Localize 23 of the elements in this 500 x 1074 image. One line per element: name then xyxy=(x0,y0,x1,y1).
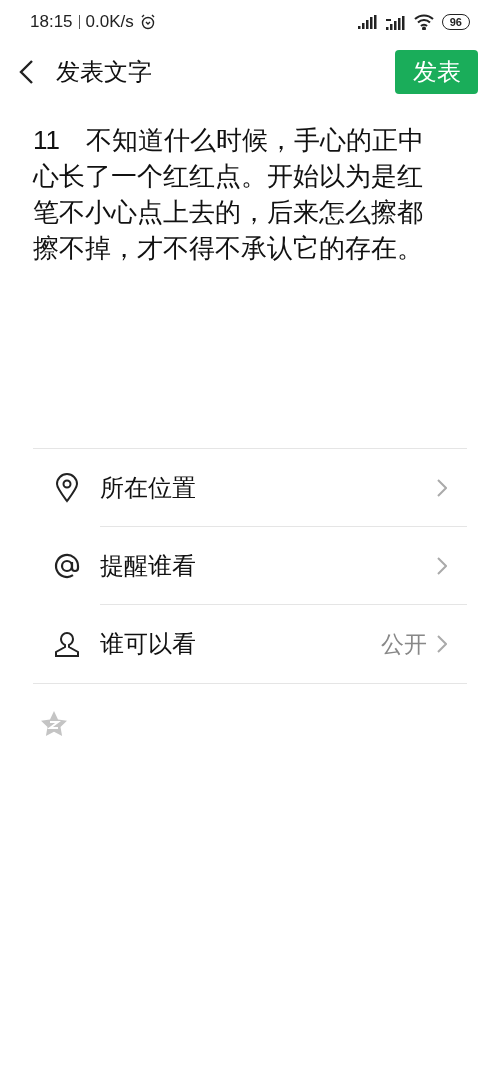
back-button[interactable] xyxy=(18,59,34,85)
post-text[interactable]: 11 不知道什么时候，手心的正中心长了一个红红点。开始以为是红笔不小心点上去的，后来怎么擦都擦不掉，才不得不承认它的存在。 xyxy=(33,122,443,266)
chevron-right-icon xyxy=(437,635,447,653)
alarm-icon xyxy=(139,14,156,30)
option-row[interactable]: 提醒谁看 xyxy=(33,527,467,605)
chevron-right-icon xyxy=(437,556,447,575)
person-icon xyxy=(52,630,81,658)
chevron-right-icon xyxy=(437,478,447,497)
option-label: 所在位置 xyxy=(100,472,196,503)
option-row[interactable]: 所在位置 xyxy=(33,449,467,527)
option-row[interactable]: 谁可以看 公开 xyxy=(33,605,467,683)
option-label: 谁可以看 xyxy=(100,629,196,659)
option-value: 公开 xyxy=(381,629,427,659)
star-icon[interactable] xyxy=(40,710,68,738)
wifi-icon xyxy=(413,14,434,30)
option-label: 提醒谁看 xyxy=(100,550,196,581)
hd-signal-icon xyxy=(385,14,406,30)
signal-icon xyxy=(357,15,378,29)
page-title: 发表文字 xyxy=(56,57,152,87)
location-pin-icon xyxy=(54,473,79,503)
clock-time: 18:15 xyxy=(30,11,73,34)
at-sign-icon xyxy=(52,552,81,580)
network-speed: 0.0K/s xyxy=(85,11,134,34)
